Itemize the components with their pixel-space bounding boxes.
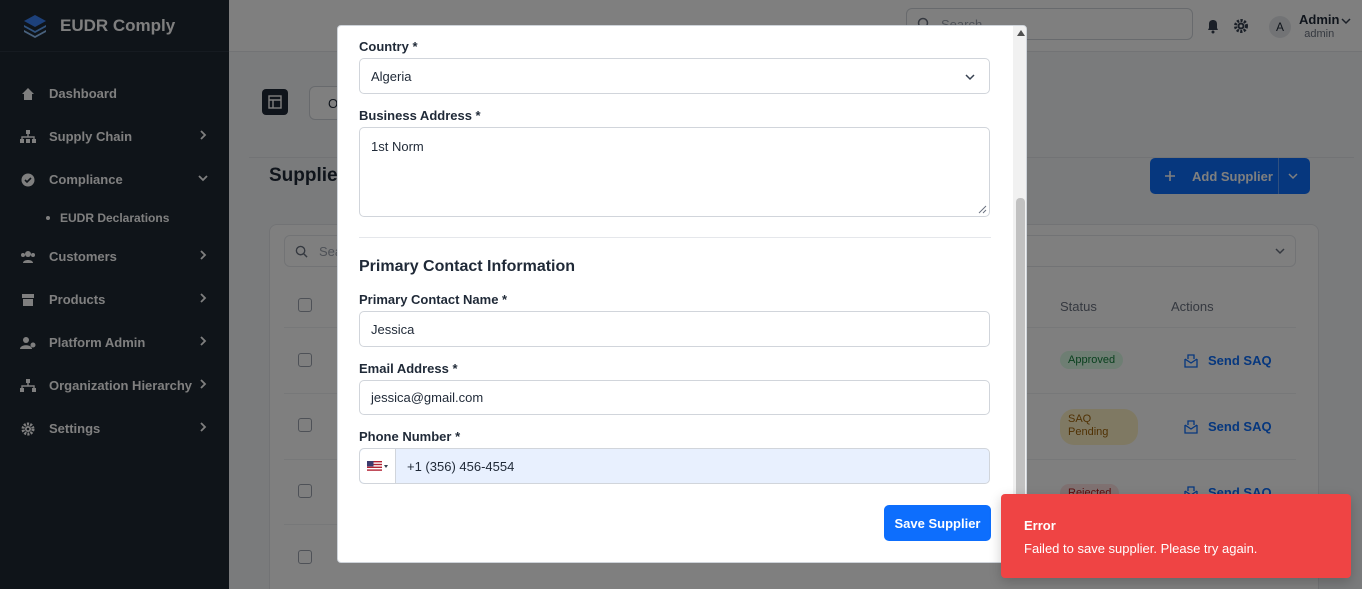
email-label: Email Address *: [359, 361, 458, 376]
contact-name-label: Primary Contact Name *: [359, 292, 508, 307]
phone-value: +1 (356) 456-4554: [407, 458, 515, 474]
scroll-up-arrow-icon[interactable]: [1017, 30, 1025, 36]
country-label: Country *: [359, 39, 418, 54]
address-label: Business Address *: [359, 108, 481, 123]
error-toast[interactable]: Error Failed to save supplier. Please tr…: [1001, 494, 1351, 578]
toast-message: Failed to save supplier. Please try agai…: [1024, 541, 1258, 556]
country-code-selector[interactable]: [360, 449, 396, 483]
address-textarea[interactable]: 1st Norm: [359, 127, 990, 217]
chevron-down-icon: [965, 74, 975, 81]
save-supplier-button[interactable]: Save Supplier: [884, 505, 991, 541]
phone-input[interactable]: +1 (356) 456-4554: [359, 448, 990, 484]
country-select[interactable]: Algeria: [359, 58, 990, 94]
phone-label: Phone Number *: [359, 429, 461, 444]
caret-down-icon: [384, 464, 388, 468]
us-flag-icon: [367, 461, 382, 471]
resize-handle-icon[interactable]: [978, 205, 987, 214]
section-title: Primary Contact Information: [359, 258, 576, 275]
scroll-thumb[interactable]: [1016, 198, 1025, 538]
add-supplier-modal: Country * Algeria Business Address * 1st…: [337, 25, 1027, 563]
section-divider: [359, 237, 991, 238]
country-value: Algeria: [371, 68, 412, 84]
address-value: 1st Norm: [371, 139, 424, 154]
contact-name-value: Jessica: [371, 321, 415, 337]
email-input[interactable]: jessica@gmail.com: [359, 380, 990, 415]
contact-name-input[interactable]: Jessica: [359, 311, 990, 347]
modal-scrollbar[interactable]: [1013, 26, 1026, 562]
toast-title: Error: [1024, 518, 1056, 533]
email-value: jessica@gmail.com: [371, 390, 484, 405]
